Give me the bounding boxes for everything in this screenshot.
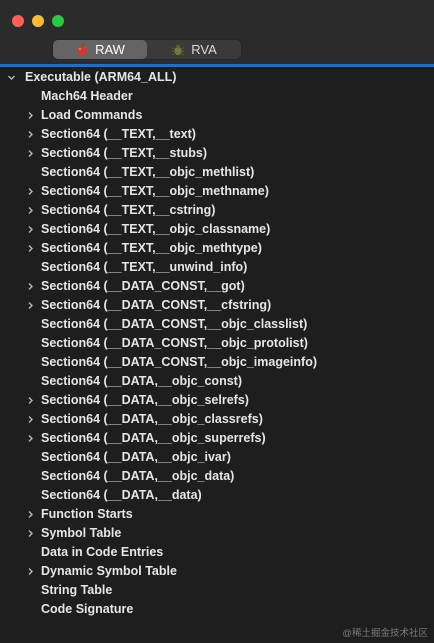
tree-item[interactable]: Section64 (__DATA,__objc_classrefs) <box>0 410 434 429</box>
tree-item-label: String Table <box>41 583 113 597</box>
tree-item-label: Section64 (__TEXT,__objc_methname) <box>41 184 269 198</box>
tree-item[interactable]: Section64 (__DATA,__objc_selrefs) <box>0 391 434 410</box>
tree-item[interactable]: Code Signature <box>0 600 434 619</box>
tree-item-label: Section64 (__DATA,__data) <box>41 488 202 502</box>
tree-item[interactable]: Section64 (__DATA,__objc_superrefs) <box>0 429 434 448</box>
tree-item-label: Code Signature <box>41 602 134 616</box>
tree-item[interactable]: Section64 (__DATA,__objc_ivar) <box>0 448 434 467</box>
tree-item[interactable]: Section64 (__TEXT,__stubs) <box>0 144 434 163</box>
chevron-right-icon[interactable] <box>25 220 35 239</box>
tree-item[interactable]: Section64 (__TEXT,__text) <box>0 125 434 144</box>
tree-item[interactable]: Section64 (__DATA,__objc_const) <box>0 372 434 391</box>
structure-tree: Executable (ARM64_ALL) Mach64 Header Load… <box>0 67 434 619</box>
minimize-window-button[interactable] <box>32 15 44 27</box>
tree-item[interactable]: Section64 (__TEXT,__unwind_info) <box>0 258 434 277</box>
tree-item[interactable]: Section64 (__TEXT,__cstring) <box>0 201 434 220</box>
tree-root-label: Executable (ARM64_ALL) <box>25 70 177 84</box>
segment-rva[interactable]: RVA <box>147 40 241 59</box>
apple-icon <box>77 43 88 55</box>
chevron-right-icon[interactable] <box>25 144 35 163</box>
tree-item-label: Load Commands <box>41 108 143 122</box>
tree-item[interactable]: Section64 (__DATA,__data) <box>0 486 434 505</box>
chevron-right-icon[interactable] <box>25 391 35 410</box>
tree-item-label: Section64 (__DATA,__objc_selrefs) <box>41 393 249 407</box>
tree-item-label: Mach64 Header <box>41 89 133 103</box>
tree-item[interactable]: String Table <box>0 581 434 600</box>
watermark: @稀土掘金技术社区 <box>342 628 428 639</box>
tree-item[interactable]: Section64 (__TEXT,__objc_methlist) <box>0 163 434 182</box>
chevron-right-icon[interactable] <box>25 410 35 429</box>
tree-item-label: Section64 (__DATA,__objc_const) <box>41 374 242 388</box>
tree-item-label: Section64 (__DATA_CONST,__got) <box>41 279 245 293</box>
tree-item-label: Section64 (__DATA,__objc_classrefs) <box>41 412 263 426</box>
view-mode-segmented-control: RAW RVA <box>52 39 242 60</box>
tree-item-label: Symbol Table <box>41 526 122 540</box>
tree-item-label: Section64 (__TEXT,__cstring) <box>41 203 216 217</box>
tree-item-label: Section64 (__DATA_CONST,__cfstring) <box>41 298 272 312</box>
tree-item-label: Section64 (__TEXT,__text) <box>41 127 196 141</box>
tree-root-executable[interactable]: Executable (ARM64_ALL) <box>0 68 434 87</box>
tree-item-label: Section64 (__DATA,__objc_data) <box>41 469 235 483</box>
segment-rva-label: RVA <box>191 42 217 57</box>
tree-item[interactable]: Section64 (__DATA,__objc_data) <box>0 467 434 486</box>
maximize-window-button[interactable] <box>52 15 64 27</box>
tree-item-label: Function Starts <box>41 507 133 521</box>
tree-item[interactable]: Dynamic Symbol Table <box>0 562 434 581</box>
tree-item-label: Section64 (__DATA_CONST,__objc_classlist… <box>41 317 308 331</box>
chevron-down-icon[interactable] <box>6 68 16 87</box>
tree-item[interactable]: Section64 (__DATA_CONST,__objc_protolist… <box>0 334 434 353</box>
tree-item-label: Dynamic Symbol Table <box>41 564 177 578</box>
segment-raw[interactable]: RAW <box>53 40 147 59</box>
tree-children: Mach64 Header Load Commands Section64 (__T… <box>0 87 434 619</box>
tree-item[interactable]: Symbol Table <box>0 524 434 543</box>
chevron-right-icon[interactable] <box>25 505 35 524</box>
tree-item[interactable]: Section64 (__TEXT,__objc_methtype) <box>0 239 434 258</box>
chevron-right-icon[interactable] <box>25 201 35 220</box>
chevron-right-icon[interactable] <box>25 182 35 201</box>
tree-item-label: Section64 (__DATA_CONST,__objc_protolist… <box>41 336 308 350</box>
tree-item-label: Section64 (__DATA,__objc_superrefs) <box>41 431 266 445</box>
tree-item[interactable]: Section64 (__DATA_CONST,__got) <box>0 277 434 296</box>
tree-item-label: Section64 (__TEXT,__stubs) <box>41 146 208 160</box>
chevron-right-icon[interactable] <box>25 239 35 258</box>
tree-item[interactable]: Section64 (__TEXT,__objc_classname) <box>0 220 434 239</box>
chevron-right-icon[interactable] <box>25 562 35 581</box>
chevron-right-icon[interactable] <box>25 429 35 448</box>
tree-item-label: Section64 (__TEXT,__objc_methlist) <box>41 165 255 179</box>
segment-raw-label: RAW <box>95 42 125 57</box>
chevron-right-icon[interactable] <box>25 106 35 125</box>
tree-item[interactable]: Data in Code Entries <box>0 543 434 562</box>
tree-item[interactable]: Section64 (__DATA_CONST,__objc_imageinfo… <box>0 353 434 372</box>
tree-item[interactable]: Section64 (__TEXT,__objc_methname) <box>0 182 434 201</box>
chevron-right-icon[interactable] <box>25 524 35 543</box>
tree-item[interactable]: Load Commands <box>0 106 434 125</box>
title-bar: RAW RVA <box>0 0 434 65</box>
tree-item-label: Section64 (__TEXT,__objc_classname) <box>41 222 271 236</box>
tree-item-label: Section64 (__TEXT,__unwind_info) <box>41 260 248 274</box>
close-window-button[interactable] <box>12 15 24 27</box>
tree-item[interactable]: Section64 (__DATA_CONST,__objc_classlist… <box>0 315 434 334</box>
tree-item[interactable]: Section64 (__DATA_CONST,__cfstring) <box>0 296 434 315</box>
tree-item-label: Section64 (__DATA_CONST,__objc_imageinfo… <box>41 355 317 369</box>
bug-icon <box>172 44 185 55</box>
chevron-right-icon[interactable] <box>25 125 35 144</box>
tree-item[interactable]: Mach64 Header <box>0 87 434 106</box>
chevron-right-icon[interactable] <box>25 296 35 315</box>
tree-item-label: Section64 (__DATA,__objc_ivar) <box>41 450 231 464</box>
tree-item-label: Section64 (__TEXT,__objc_methtype) <box>41 241 262 255</box>
chevron-right-icon[interactable] <box>25 277 35 296</box>
tree-item-label: Data in Code Entries <box>41 545 164 559</box>
tree-item[interactable]: Function Starts <box>0 505 434 524</box>
